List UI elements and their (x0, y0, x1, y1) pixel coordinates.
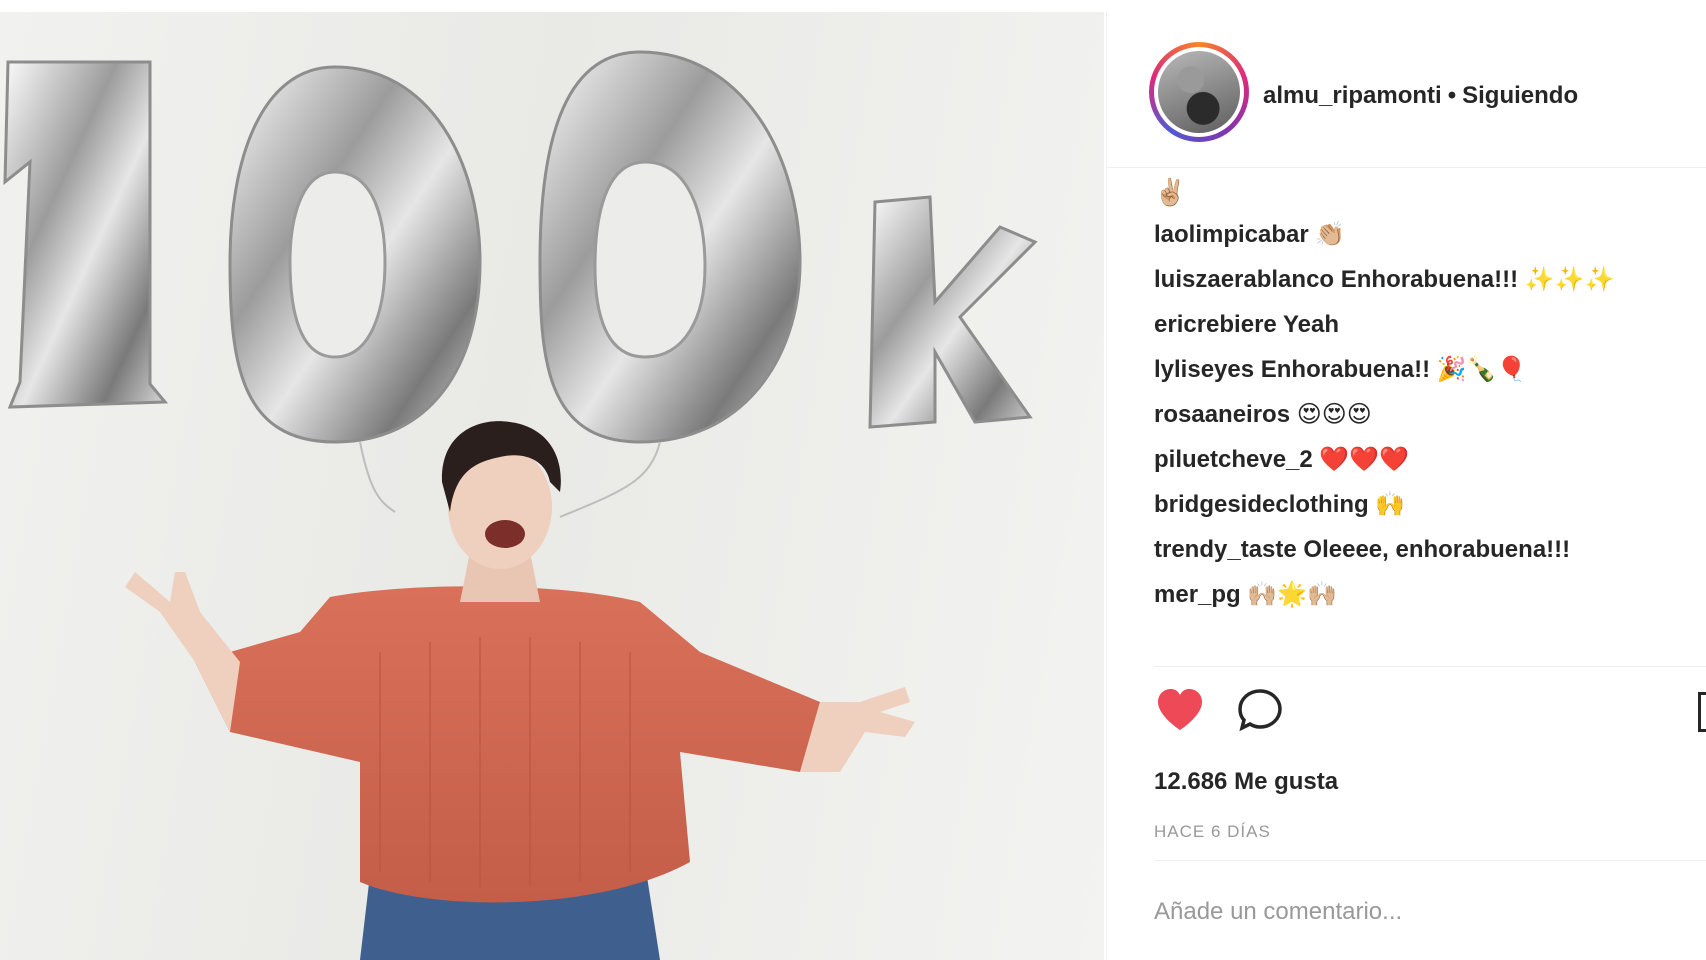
comment-item: trendy_taste Oleeee, enhorabuena!!! (1154, 527, 1706, 572)
add-comment-input[interactable] (1154, 892, 1694, 932)
comment-username[interactable]: piluetcheve_2 (1154, 446, 1313, 473)
caption-emoji: ✌🏼 (1154, 177, 1187, 207)
balloon-zero-second (538, 50, 802, 444)
balloon-one: 1 (3, 60, 169, 409)
heart-icon (1158, 689, 1202, 730)
comment-button[interactable] (1236, 686, 1288, 734)
balloon-zero-first (228, 65, 482, 444)
comment-emoji: 👏🏼 (1315, 221, 1346, 248)
comment-username[interactable]: trendy_taste (1154, 536, 1297, 563)
comment-username[interactable]: mer_pg (1154, 581, 1241, 608)
comment-item: luiszaerablanco Enhorabuena!!! ✨✨✨ (1154, 257, 1706, 302)
comment-item: ericrebiere Yeah (1154, 302, 1706, 347)
comment-item: rosaaneiros 😍😍😍 (1154, 392, 1706, 437)
comment-emoji: 🙌 (1375, 491, 1406, 518)
comment-emoji: ❤️❤️❤️ (1319, 446, 1410, 473)
post-photo[interactable]: 1 (0, 12, 1104, 960)
post-timestamp[interactable]: HACE 6 DÍAS (1154, 822, 1271, 842)
comment-emoji: 😍😍😍 (1296, 401, 1372, 428)
comment-username[interactable]: laolimpicabar (1154, 221, 1309, 248)
comment-item: piluetcheve_2 ❤️❤️❤️ (1154, 437, 1706, 482)
comment-item: mer_pg 🙌🏼🌟🙌🏼 (1154, 572, 1706, 617)
comment-username[interactable]: luiszaerablanco (1154, 266, 1334, 293)
comment-emoji: 🙌🏼🌟🙌🏼 (1247, 581, 1338, 608)
username-link[interactable]: almu_ripamonti (1263, 82, 1442, 109)
comment-emoji: 🎉🍾🎈 (1436, 356, 1527, 383)
bookmark-icon[interactable] (1698, 692, 1706, 732)
avatar[interactable] (1149, 42, 1249, 142)
person (125, 421, 915, 960)
comment-text: Oleeee, enhorabuena!!! (1303, 536, 1571, 563)
comment-item: bridgesideclothing 🙌 (1154, 482, 1706, 527)
comment-emoji: ✨✨✨ (1524, 266, 1615, 293)
separator-dot: • (1447, 82, 1457, 109)
comment-item: laolimpicabar 👏🏼 (1154, 212, 1706, 257)
photo-illustration: 1 (3, 50, 1038, 960)
header-user-line: almu_ripamonti • Siguiendo (1263, 82, 1578, 110)
comment-username[interactable]: rosaaneiros (1154, 401, 1290, 428)
like-button[interactable] (1154, 686, 1206, 734)
post-details-panel: almu_ripamonti • Siguiendo ✌🏼 laolimpicaba… (1106, 12, 1706, 960)
divider (1154, 666, 1706, 667)
follow-status-button[interactable]: Siguiendo (1462, 82, 1578, 109)
likes-count[interactable]: 12.686 Me gusta (1154, 768, 1338, 796)
balloon-k (868, 195, 1038, 429)
comment-username[interactable]: lyliseyes (1154, 356, 1254, 383)
comment-bubble-icon (1238, 689, 1282, 732)
comment-item: lyliseyes Enhorabuena!! 🎉🍾🎈 (1154, 347, 1706, 392)
comment-text: Enhorabuena!! (1260, 356, 1431, 383)
post-actions-bar (1154, 686, 1706, 736)
comment-text: Yeah (1283, 311, 1340, 338)
balloon-char: 1 (40, 124, 144, 298)
comment-username[interactable]: bridgesideclothing (1154, 491, 1369, 518)
comment-text: Enhorabuena!!! (1340, 266, 1519, 293)
post-header: almu_ripamonti • Siguiendo (1107, 12, 1706, 168)
comment-username[interactable]: ericrebiere (1154, 311, 1277, 338)
avatar-image (1158, 51, 1240, 133)
comments-list: ✌🏼 laolimpicabar 👏🏼 luiszaerablanco Enho… (1154, 172, 1706, 617)
divider (1154, 860, 1706, 861)
avatar-frame (1154, 47, 1244, 137)
